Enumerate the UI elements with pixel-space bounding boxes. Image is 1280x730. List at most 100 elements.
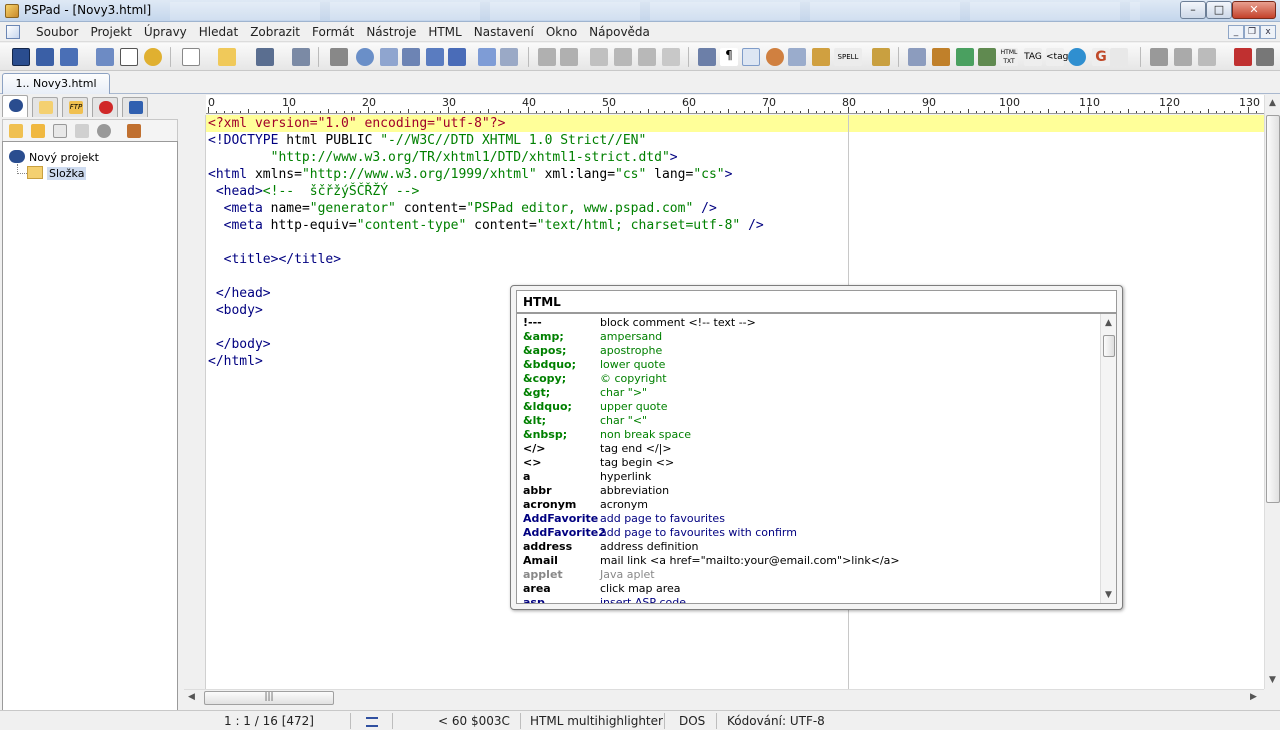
tab-project[interactable] bbox=[2, 95, 28, 117]
tab-favourites[interactable] bbox=[92, 97, 118, 117]
ftp-icon[interactable] bbox=[96, 48, 114, 66]
tree-item-folder[interactable]: Složka bbox=[27, 166, 87, 182]
delete-icon[interactable] bbox=[662, 48, 680, 66]
window-cascade-icon[interactable] bbox=[1174, 48, 1192, 66]
code-line[interactable]: <!DOCTYPE html PUBLIC "-//W3C//DTD XHTML… bbox=[208, 132, 646, 149]
log-icon[interactable] bbox=[120, 48, 138, 66]
globe-icon[interactable] bbox=[1068, 48, 1086, 66]
status-encoding[interactable]: Kódování: UTF-8 bbox=[727, 713, 825, 729]
bracket-match-icon[interactable] bbox=[426, 48, 444, 66]
word-wrap-icon[interactable] bbox=[698, 48, 716, 66]
scroll-up-arrow[interactable]: ▲ bbox=[1269, 98, 1276, 108]
css-editor-icon[interactable] bbox=[1110, 48, 1128, 66]
spellcheck-icon[interactable] bbox=[766, 48, 784, 66]
save-project-icon[interactable] bbox=[60, 48, 78, 66]
save-file-icon[interactable] bbox=[256, 48, 274, 66]
document-menu-icon[interactable] bbox=[6, 25, 20, 39]
menu-okno[interactable]: Okno bbox=[540, 24, 583, 40]
menu-zobrazit[interactable]: Zobrazit bbox=[244, 24, 306, 40]
scroll-right-arrow[interactable]: ▶ bbox=[1250, 692, 1257, 702]
code-line[interactable]: <body> bbox=[208, 302, 263, 319]
print-icon[interactable] bbox=[330, 48, 348, 66]
redo-icon[interactable] bbox=[560, 48, 578, 66]
undo-icon[interactable] bbox=[538, 48, 556, 66]
spell-dropdown-icon[interactable]: SPELL bbox=[834, 48, 862, 66]
code-line[interactable]: <meta name="generator" content="PSPad ed… bbox=[208, 200, 717, 217]
scroll-left-arrow[interactable]: ◀ bbox=[188, 692, 195, 702]
add-file-icon[interactable] bbox=[53, 124, 67, 138]
copy-icon[interactable] bbox=[614, 48, 632, 66]
code-line[interactable]: <?xml version="1.0" encoding="utf-8"?> bbox=[208, 115, 505, 132]
macro-record-icon[interactable] bbox=[1234, 48, 1252, 66]
menu-html[interactable]: HTML bbox=[422, 24, 467, 40]
menu-upravy[interactable]: Úpravy bbox=[138, 24, 193, 40]
menu-soubor[interactable]: Soubor bbox=[30, 24, 84, 40]
cube-icon[interactable] bbox=[932, 48, 950, 66]
html-clip-window[interactable]: HTML !--- block comment <!-- text --> &amp… bbox=[510, 285, 1123, 610]
tab-ftp[interactable]: FTP bbox=[62, 97, 88, 117]
minimize-button[interactable]: – bbox=[1180, 1, 1206, 19]
vertical-scroll-thumb[interactable] bbox=[1266, 115, 1280, 503]
menu-projekt[interactable]: Projekt bbox=[84, 24, 137, 40]
print-preview-icon[interactable] bbox=[500, 48, 518, 66]
preview-icon[interactable] bbox=[478, 48, 496, 66]
settings-gear-icon[interactable] bbox=[144, 48, 162, 66]
pilcrow-icon[interactable]: ¶ bbox=[720, 48, 738, 66]
code-line[interactable]: "http://www.w3.org/TR/xhtml1/DTD/xhtml1-… bbox=[208, 149, 678, 166]
menu-nastaveni[interactable]: Nastavení bbox=[468, 24, 540, 40]
code-line[interactable]: <meta http-equiv="content-type" content=… bbox=[208, 217, 764, 234]
search-icon[interactable] bbox=[356, 48, 374, 66]
tab-clips[interactable] bbox=[122, 97, 148, 117]
code-line[interactable]: <title></title> bbox=[208, 251, 341, 268]
clip-scrollbar[interactable]: ▲ ▼ bbox=[1100, 314, 1116, 603]
code-line[interactable]: </head> bbox=[208, 285, 271, 302]
clip-scroll-down-arrow[interactable]: ▼ bbox=[1105, 590, 1112, 600]
new-project-icon[interactable] bbox=[9, 124, 23, 138]
status-highlighter[interactable]: HTML multihighlighter bbox=[530, 713, 663, 729]
save-all-icon[interactable] bbox=[292, 48, 310, 66]
tab-files[interactable] bbox=[32, 97, 58, 117]
code-line[interactable]: </html> bbox=[208, 353, 263, 370]
menu-hledat[interactable]: Hledat bbox=[193, 24, 244, 40]
insert-icon[interactable] bbox=[872, 48, 890, 66]
mdi-minimize-button[interactable]: _ bbox=[1228, 25, 1244, 39]
tag-icon[interactable]: TAG bbox=[1024, 48, 1042, 66]
code-line[interactable]: <html xmlns="http://www.w3.org/1999/xhtm… bbox=[208, 166, 732, 183]
block-icon[interactable] bbox=[788, 48, 806, 66]
macro-play-icon[interactable] bbox=[1256, 48, 1274, 66]
column-mode-icon[interactable] bbox=[742, 48, 760, 66]
paste-icon[interactable] bbox=[638, 48, 656, 66]
mdi-restore-button[interactable]: ❐ bbox=[1244, 25, 1260, 39]
tree-item-project[interactable]: Nový projekt bbox=[9, 150, 99, 166]
code-line[interactable]: </body> bbox=[208, 336, 271, 353]
indent-icon[interactable] bbox=[908, 48, 926, 66]
remove-icon[interactable] bbox=[75, 124, 89, 138]
status-line-ending[interactable]: DOS bbox=[679, 713, 705, 729]
pspad-app-icon[interactable] bbox=[5, 4, 19, 18]
clip-list[interactable]: !--- block comment <!-- text --> &amp; ampe… bbox=[516, 313, 1117, 604]
menu-format[interactable]: Formát bbox=[306, 24, 360, 40]
window-split-icon[interactable] bbox=[1198, 48, 1216, 66]
grid-icon[interactable] bbox=[978, 48, 996, 66]
menu-nastroje[interactable]: Nástroje bbox=[360, 24, 422, 40]
clip-scroll-up-arrow[interactable]: ▲ bbox=[1105, 318, 1112, 328]
code-line[interactable]: <head><!-- ščřžýŠČŘŽÝ --> bbox=[208, 183, 420, 200]
new-file-icon[interactable] bbox=[182, 48, 200, 66]
mdi-close-button[interactable]: x bbox=[1260, 25, 1276, 39]
replace-icon[interactable] bbox=[380, 48, 398, 66]
project-settings-icon[interactable] bbox=[97, 124, 111, 138]
window-tile-icon[interactable] bbox=[1150, 48, 1168, 66]
find-in-files-icon[interactable] bbox=[402, 48, 420, 66]
validator-icon[interactable]: G bbox=[1092, 48, 1110, 66]
clip-scroll-thumb[interactable] bbox=[1103, 335, 1115, 357]
close-button[interactable]: ✕ bbox=[1232, 1, 1276, 19]
cut-icon[interactable] bbox=[590, 48, 608, 66]
project-icon[interactable] bbox=[12, 48, 30, 66]
tools-icon[interactable] bbox=[127, 124, 141, 138]
html-to-text-icon[interactable]: HTML TXT bbox=[1000, 48, 1018, 66]
horizontal-scrollbar[interactable]: ◀ ||| ▶ bbox=[184, 689, 1264, 705]
maximize-button[interactable]: □ bbox=[1206, 1, 1232, 19]
color-table-icon[interactable] bbox=[956, 48, 974, 66]
menu-napoveda[interactable]: Nápověda bbox=[583, 24, 656, 40]
open-file-icon[interactable] bbox=[218, 48, 236, 66]
